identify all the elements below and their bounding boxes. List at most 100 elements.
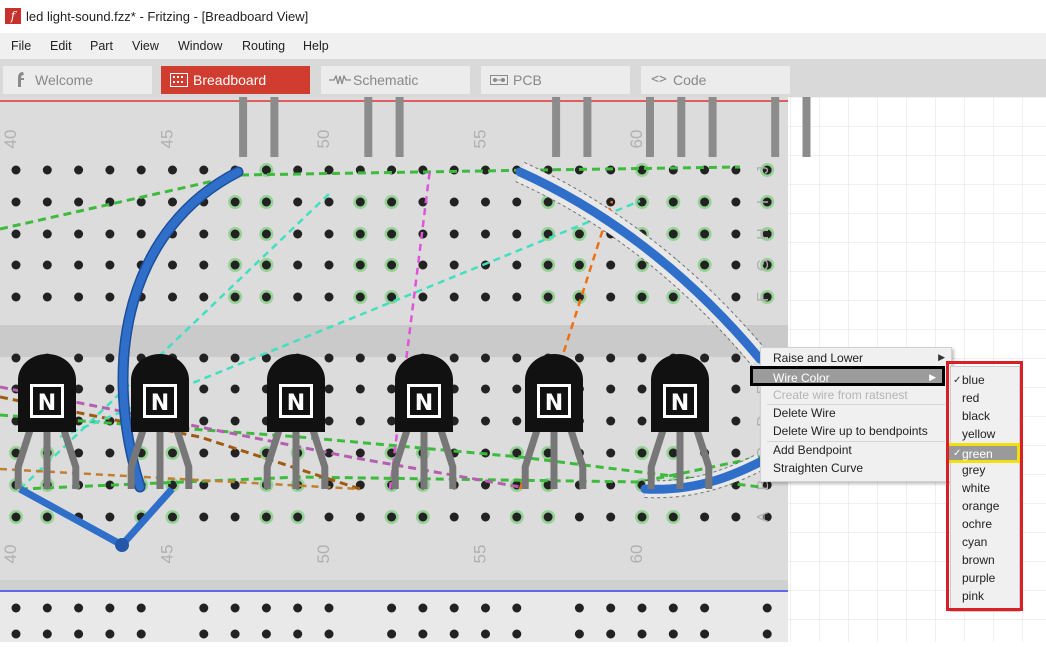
breadboard-hole — [574, 260, 584, 270]
breadboard-hole — [199, 384, 209, 394]
transistor-n-label: N — [671, 391, 689, 416]
breadboard-hole — [606, 384, 616, 394]
menu-straighten-curve[interactable]: Straighten Curve — [773, 461, 863, 475]
breadboard-hole — [606, 512, 616, 522]
breadboard-hole — [355, 229, 365, 239]
rail-hole — [700, 603, 710, 613]
menu-window[interactable]: Window — [178, 39, 222, 53]
menu-delete-wire[interactable]: Delete Wire — [773, 406, 836, 420]
breadboard-hole — [324, 353, 334, 363]
breadboard-hole — [355, 512, 365, 522]
tab-label: Schematic — [353, 72, 419, 88]
breadboard-hole — [731, 197, 741, 207]
menu-routing[interactable]: Routing — [242, 39, 285, 53]
code-icon: <> — [651, 72, 667, 87]
breadboard-hole — [449, 353, 459, 363]
rail-hole — [293, 629, 303, 639]
breadboard-hole — [731, 229, 741, 239]
rail-hole — [418, 629, 428, 639]
column-label: 50 — [314, 545, 333, 564]
menu-create-wire-from-ratsnest: Create wire from ratsnest — [773, 388, 908, 402]
breadboard-hole — [42, 229, 52, 239]
rail-hole — [668, 603, 678, 613]
breadboard-hole — [105, 292, 115, 302]
breadboard-hole — [324, 260, 334, 270]
breadboard-hole — [449, 260, 459, 270]
breadboard-hole — [74, 292, 84, 302]
menu-separator — [767, 441, 945, 442]
breadboard-hole — [355, 384, 365, 394]
window-title: led light-sound.fzz* - Fritzing - [Bread… — [26, 9, 309, 24]
column-label: 45 — [158, 130, 177, 149]
breadboard-hole — [512, 260, 522, 270]
breadboard-hole — [449, 229, 459, 239]
breadboard-hole — [668, 512, 678, 522]
wire-bendpoint — [115, 538, 129, 552]
breadboard-hole — [105, 229, 115, 239]
menu-part[interactable]: Part — [90, 39, 113, 53]
rail-hole — [324, 603, 334, 613]
breadboard-hole — [543, 260, 553, 270]
menu-help[interactable]: Help — [303, 39, 329, 53]
breadboard-hole — [261, 260, 271, 270]
rail-hole — [574, 603, 584, 613]
wire-context-menu: Raise and Lower ▶ Wire Color ▶ Create wi… — [750, 347, 952, 482]
breadboard-hole — [230, 353, 240, 363]
row-label: F — [755, 292, 772, 302]
menu-view[interactable]: View — [132, 39, 159, 53]
breadboard-hole — [731, 416, 741, 426]
row-label: I — [755, 200, 772, 204]
breadboard-hole — [574, 229, 584, 239]
breadboard-hole — [42, 165, 52, 175]
breadboard-hole — [199, 416, 209, 426]
menu-raise-and-lower[interactable]: Raise and Lower — [773, 351, 863, 365]
menu-separator — [767, 404, 945, 405]
transistor-n-label: N — [545, 391, 563, 416]
breadboard-hole — [105, 165, 115, 175]
menu-add-bendpoint[interactable]: Add Bendpoint — [773, 443, 852, 457]
submenu-arrow-icon: ▶ — [938, 352, 945, 362]
breadboard-hole — [168, 292, 177, 302]
rail-hole — [136, 603, 146, 613]
rail-hole — [637, 603, 647, 613]
breadboard-hole — [606, 448, 616, 458]
breadboard-hole — [11, 260, 21, 270]
tab-label: Code — [673, 72, 707, 88]
menu-wire-color[interactable]: Wire Color ▶ — [750, 366, 945, 386]
breadboard-hole — [168, 197, 177, 207]
row-label: J — [755, 166, 772, 174]
rail-hole — [606, 629, 616, 639]
tab-schematic[interactable]: Schematic — [321, 66, 470, 94]
tab-code[interactable]: <> Code — [641, 66, 790, 94]
breadboard-hole — [606, 416, 616, 426]
column-label: 50 — [314, 130, 333, 149]
breadboard-hole — [418, 260, 428, 270]
tab-breadboard[interactable]: Breadboard — [161, 66, 310, 94]
tab-welcome[interactable]: Welcome — [3, 66, 152, 94]
breadboard-hole — [324, 384, 334, 394]
breadboard-hole — [512, 416, 522, 426]
breadboard-hole — [324, 416, 334, 426]
tab-label: PCB — [513, 72, 542, 88]
menu-file[interactable]: File — [11, 39, 31, 53]
breadboard-hole — [668, 448, 678, 458]
row-label: G — [755, 259, 772, 271]
rail-hole — [11, 629, 21, 639]
tab-pcb[interactable]: PCB — [481, 66, 630, 94]
rail-hole — [105, 629, 115, 639]
menu-delete-wire-up-to-bendpoints[interactable]: Delete Wire up to bendpoints — [773, 424, 928, 438]
breadboard-hole — [105, 448, 115, 458]
rail-hole — [293, 603, 303, 613]
rail-hole — [230, 629, 240, 639]
breadboard-hole — [512, 292, 522, 302]
view-tabbar: Welcome Breadboard Schematic PCB <> Code — [0, 59, 1046, 97]
breadboard-hole — [637, 416, 647, 426]
menu-edit[interactable]: Edit — [50, 39, 72, 53]
menubar: File Edit Part View Window Routing Help — [0, 33, 1046, 59]
tab-label: Breadboard — [193, 72, 267, 88]
breadboard-hole — [481, 353, 490, 363]
breadboard-hole — [261, 292, 271, 302]
breadboard-hole — [199, 229, 209, 239]
rail-hole — [74, 603, 84, 613]
rail-hole — [199, 629, 209, 639]
